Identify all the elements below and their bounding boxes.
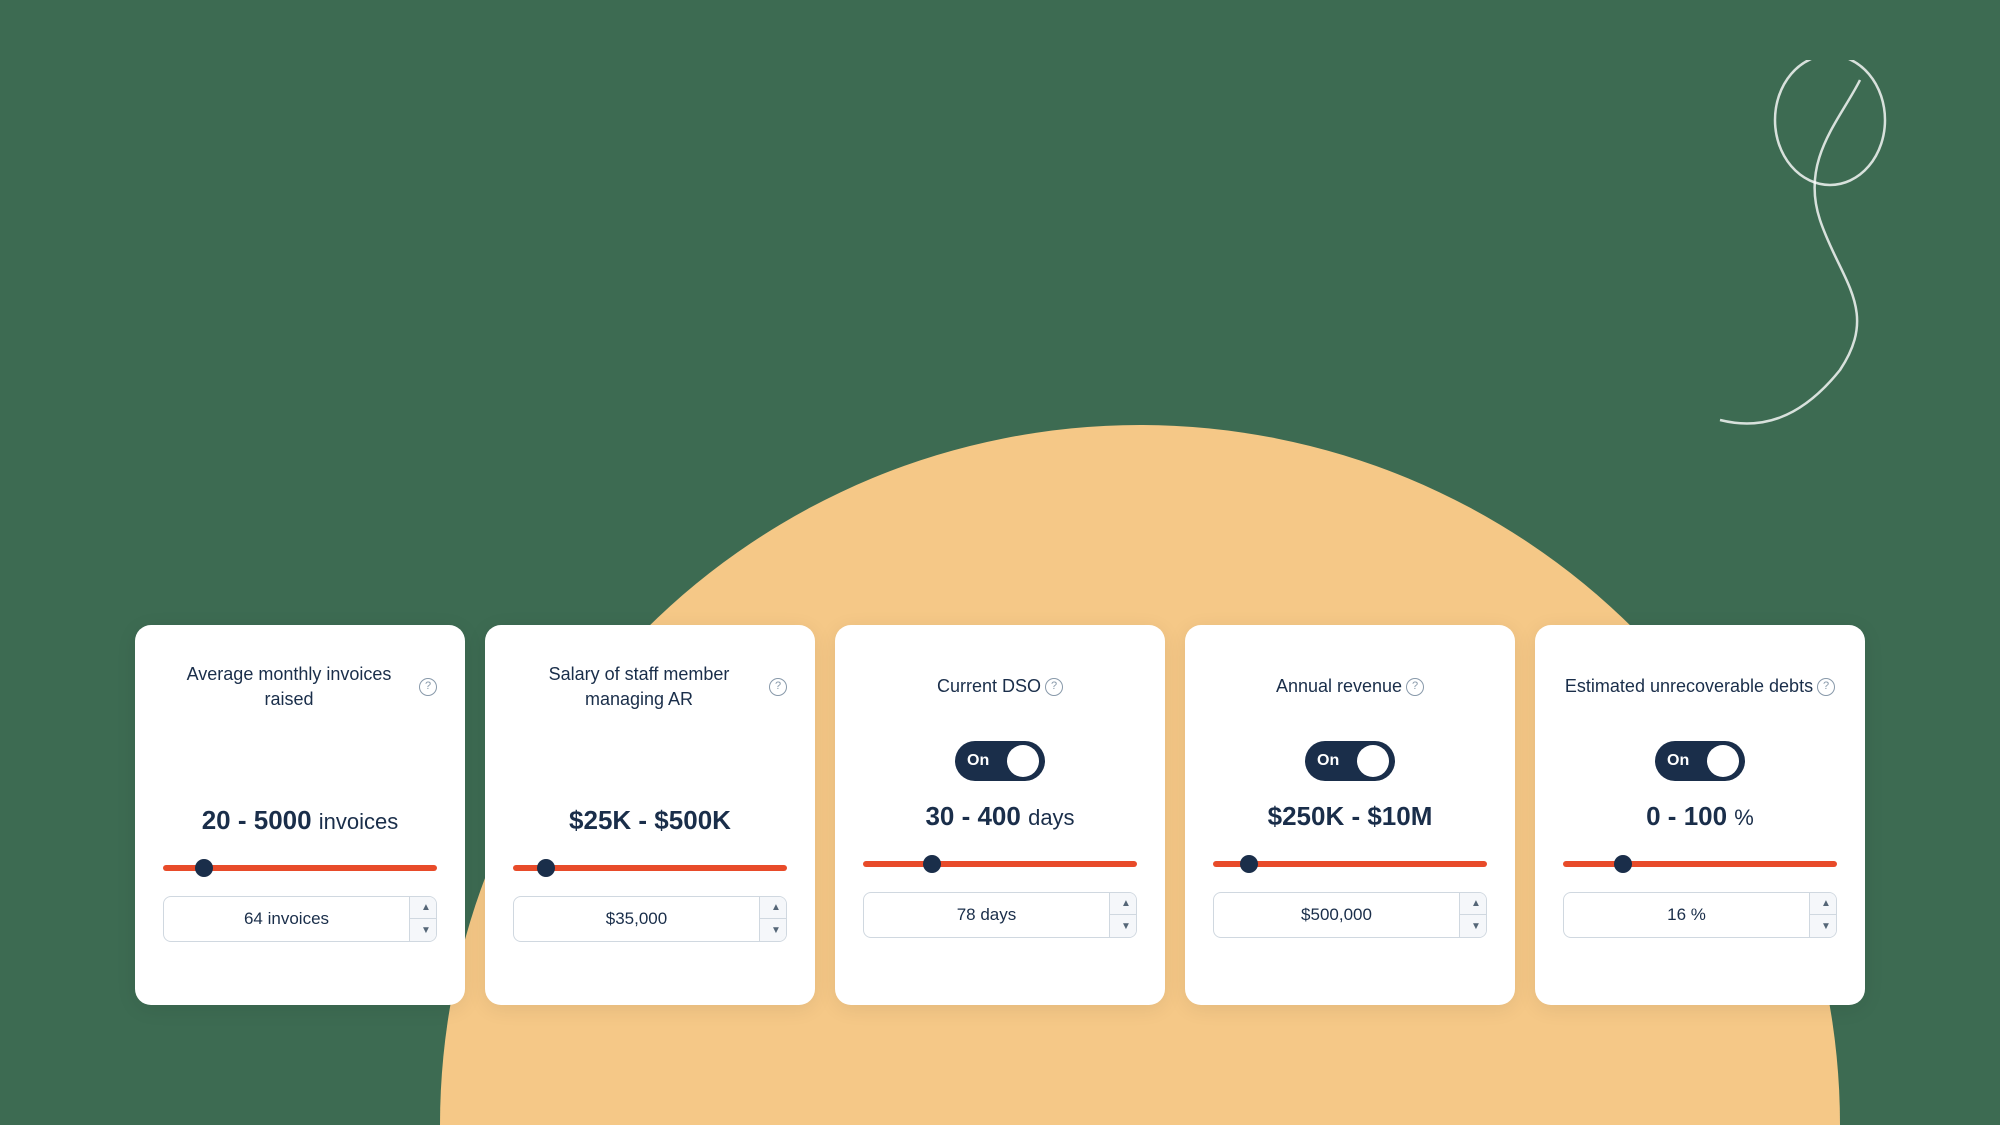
card-invoices-spin-up[interactable]: ▲ [410, 897, 437, 919]
card-salary-spin-down[interactable]: ▼ [760, 919, 787, 941]
card-salary-slider[interactable] [513, 860, 787, 876]
card-dso-input-row: ▲ ▼ [863, 892, 1137, 938]
card-dso: Current DSO ? On 30 - 400 days ▲ ▼ [835, 625, 1165, 1005]
card-revenue-toggle[interactable]: On [1305, 741, 1395, 781]
card-debts-input[interactable] [1564, 895, 1809, 935]
card-dso-spinners: ▲ ▼ [1109, 893, 1137, 937]
card-debts-input-row: ▲ ▼ [1563, 892, 1837, 938]
card-dso-slider[interactable] [863, 856, 1137, 872]
decorative-squiggle [1620, 60, 1900, 440]
card-salary: Salary of staff member managing AR ? $25… [485, 625, 815, 1005]
card-dso-toggle[interactable]: On [955, 741, 1045, 781]
card-dso-input[interactable] [864, 895, 1109, 935]
info-icon-salary[interactable]: ? [769, 678, 787, 696]
card-debts-toggle-knob [1707, 745, 1739, 777]
card-revenue-toggle-label: On [1311, 752, 1343, 770]
card-dso-toggle-area: On [955, 741, 1045, 781]
card-invoices-range: 20 - 5000 invoices [202, 805, 399, 836]
card-invoices-input-row: ▲ ▼ [163, 896, 437, 942]
card-debts-spin-down[interactable]: ▼ [1810, 915, 1837, 937]
info-icon-invoices[interactable]: ? [419, 678, 437, 696]
card-invoices-spinners: ▲ ▼ [409, 897, 437, 941]
card-invoices-title: Average monthly invoices raised ? [163, 657, 437, 717]
cards-container: Average monthly invoices raised ? 20 - 5… [100, 625, 1900, 1005]
card-debts-toggle[interactable]: On [1655, 741, 1745, 781]
card-revenue-spin-down[interactable]: ▼ [1460, 915, 1487, 937]
info-icon-dso[interactable]: ? [1045, 678, 1063, 696]
info-icon-revenue[interactable]: ? [1406, 678, 1424, 696]
card-revenue-input-row: ▲ ▼ [1213, 892, 1487, 938]
card-debts-spin-up[interactable]: ▲ [1810, 893, 1837, 915]
card-invoices-spin-down[interactable]: ▼ [410, 919, 437, 941]
card-invoices-input[interactable] [164, 899, 409, 939]
card-invoices: Average monthly invoices raised ? 20 - 5… [135, 625, 465, 1005]
card-salary-input[interactable] [514, 899, 759, 939]
card-revenue-toggle-area: On [1305, 741, 1395, 781]
card-revenue-slider[interactable] [1213, 856, 1487, 872]
card-dso-range: 30 - 400 days [925, 801, 1074, 832]
card-debts-toggle-area: On [1655, 741, 1745, 781]
card-debts-slider[interactable] [1563, 856, 1837, 872]
card-debts-spinners: ▲ ▼ [1809, 893, 1837, 937]
card-salary-title: Salary of staff member managing AR ? [513, 657, 787, 717]
card-dso-title: Current DSO ? [937, 657, 1063, 717]
card-debts-toggle-label: On [1661, 752, 1693, 770]
info-icon-debts[interactable]: ? [1817, 678, 1835, 696]
card-salary-spin-up[interactable]: ▲ [760, 897, 787, 919]
card-revenue: Annual revenue ? On $250K - $10M ▲ ▼ [1185, 625, 1515, 1005]
card-dso-spin-down[interactable]: ▼ [1110, 915, 1137, 937]
card-debts-range: 0 - 100 % [1646, 801, 1754, 832]
card-revenue-range: $250K - $10M [1268, 801, 1433, 832]
card-dso-toggle-knob [1007, 745, 1039, 777]
card-revenue-toggle-knob [1357, 745, 1389, 777]
card-dso-toggle-label: On [961, 752, 993, 770]
card-revenue-spinners: ▲ ▼ [1459, 893, 1487, 937]
card-salary-input-row: ▲ ▼ [513, 896, 787, 942]
card-revenue-spin-up[interactable]: ▲ [1460, 893, 1487, 915]
card-invoices-slider[interactable] [163, 860, 437, 876]
card-salary-range: $25K - $500K [569, 805, 731, 836]
card-salary-spinners: ▲ ▼ [759, 897, 787, 941]
card-dso-spin-up[interactable]: ▲ [1110, 893, 1137, 915]
card-debts: Estimated unrecoverable debts ? On 0 - 1… [1535, 625, 1865, 1005]
card-revenue-input[interactable] [1214, 895, 1459, 935]
card-debts-title: Estimated unrecoverable debts ? [1565, 657, 1835, 717]
card-revenue-title: Annual revenue ? [1276, 657, 1424, 717]
